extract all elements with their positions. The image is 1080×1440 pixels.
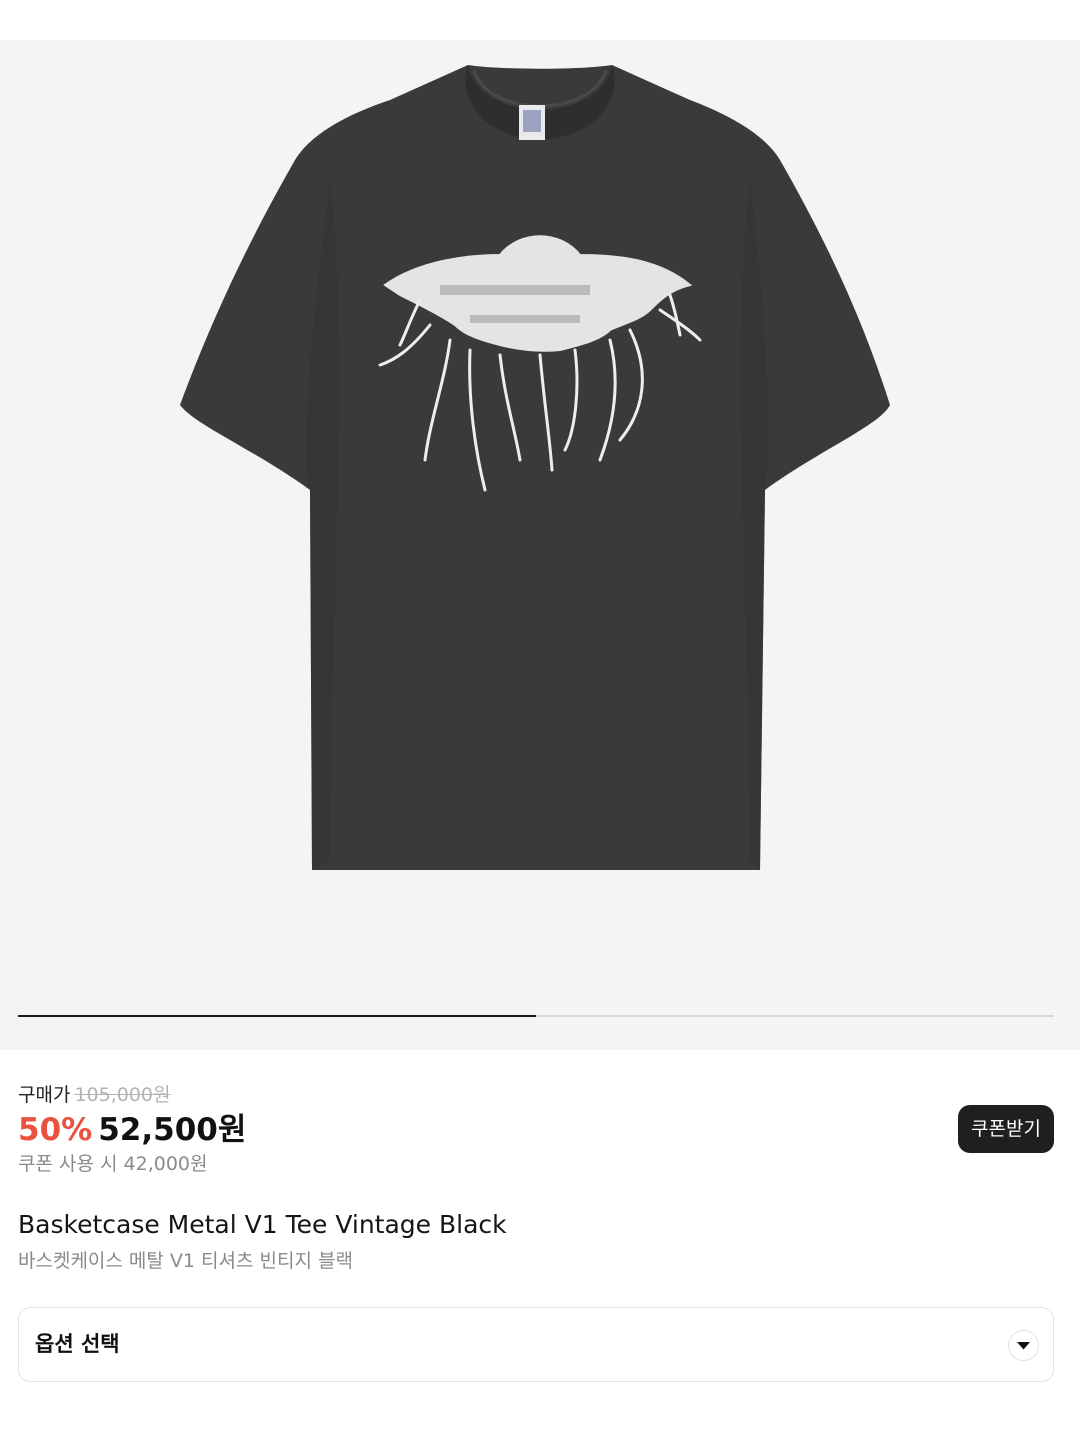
discount-rate: 50% xyxy=(18,1112,93,1148)
product-name-korean: 바스켓케이스 메탈 V1 티셔츠 빈티지 블랙 xyxy=(18,1250,353,1272)
option-select-dropdown[interactable]: 옵션 선택 xyxy=(18,1307,1054,1382)
product-page: 구매가 105,000원 50% 52,500원 쿠폰 사용 시 42,000원 쿠… xyxy=(0,0,1080,1440)
price-label: 구매가 xyxy=(18,1084,71,1106)
slide-indicator xyxy=(18,1015,1054,1017)
coupon-price: 쿠폰 사용 시 42,000원 xyxy=(18,1153,208,1175)
tshirt-product-image xyxy=(18,65,1054,1017)
get-coupon-button[interactable]: 쿠폰받기 xyxy=(958,1105,1054,1153)
price-label-row: 구매가 105,000원 xyxy=(18,1082,171,1108)
product-name-english: Basketcase Metal V1 Tee Vintage Black xyxy=(18,1210,507,1239)
original-price: 105,000원 xyxy=(74,1084,171,1106)
sale-price: 52,500원 xyxy=(98,1112,247,1148)
option-select-label: 옵션 선택 xyxy=(35,1332,120,1356)
top-bar xyxy=(0,0,1080,40)
slide-indicator-fill xyxy=(18,1015,536,1017)
tshirt-shape xyxy=(180,65,890,870)
chevron-down-icon[interactable] xyxy=(1008,1330,1039,1361)
product-gallery[interactable] xyxy=(0,40,1080,1050)
sale-price-row: 50% 52,500원 xyxy=(18,1110,246,1150)
